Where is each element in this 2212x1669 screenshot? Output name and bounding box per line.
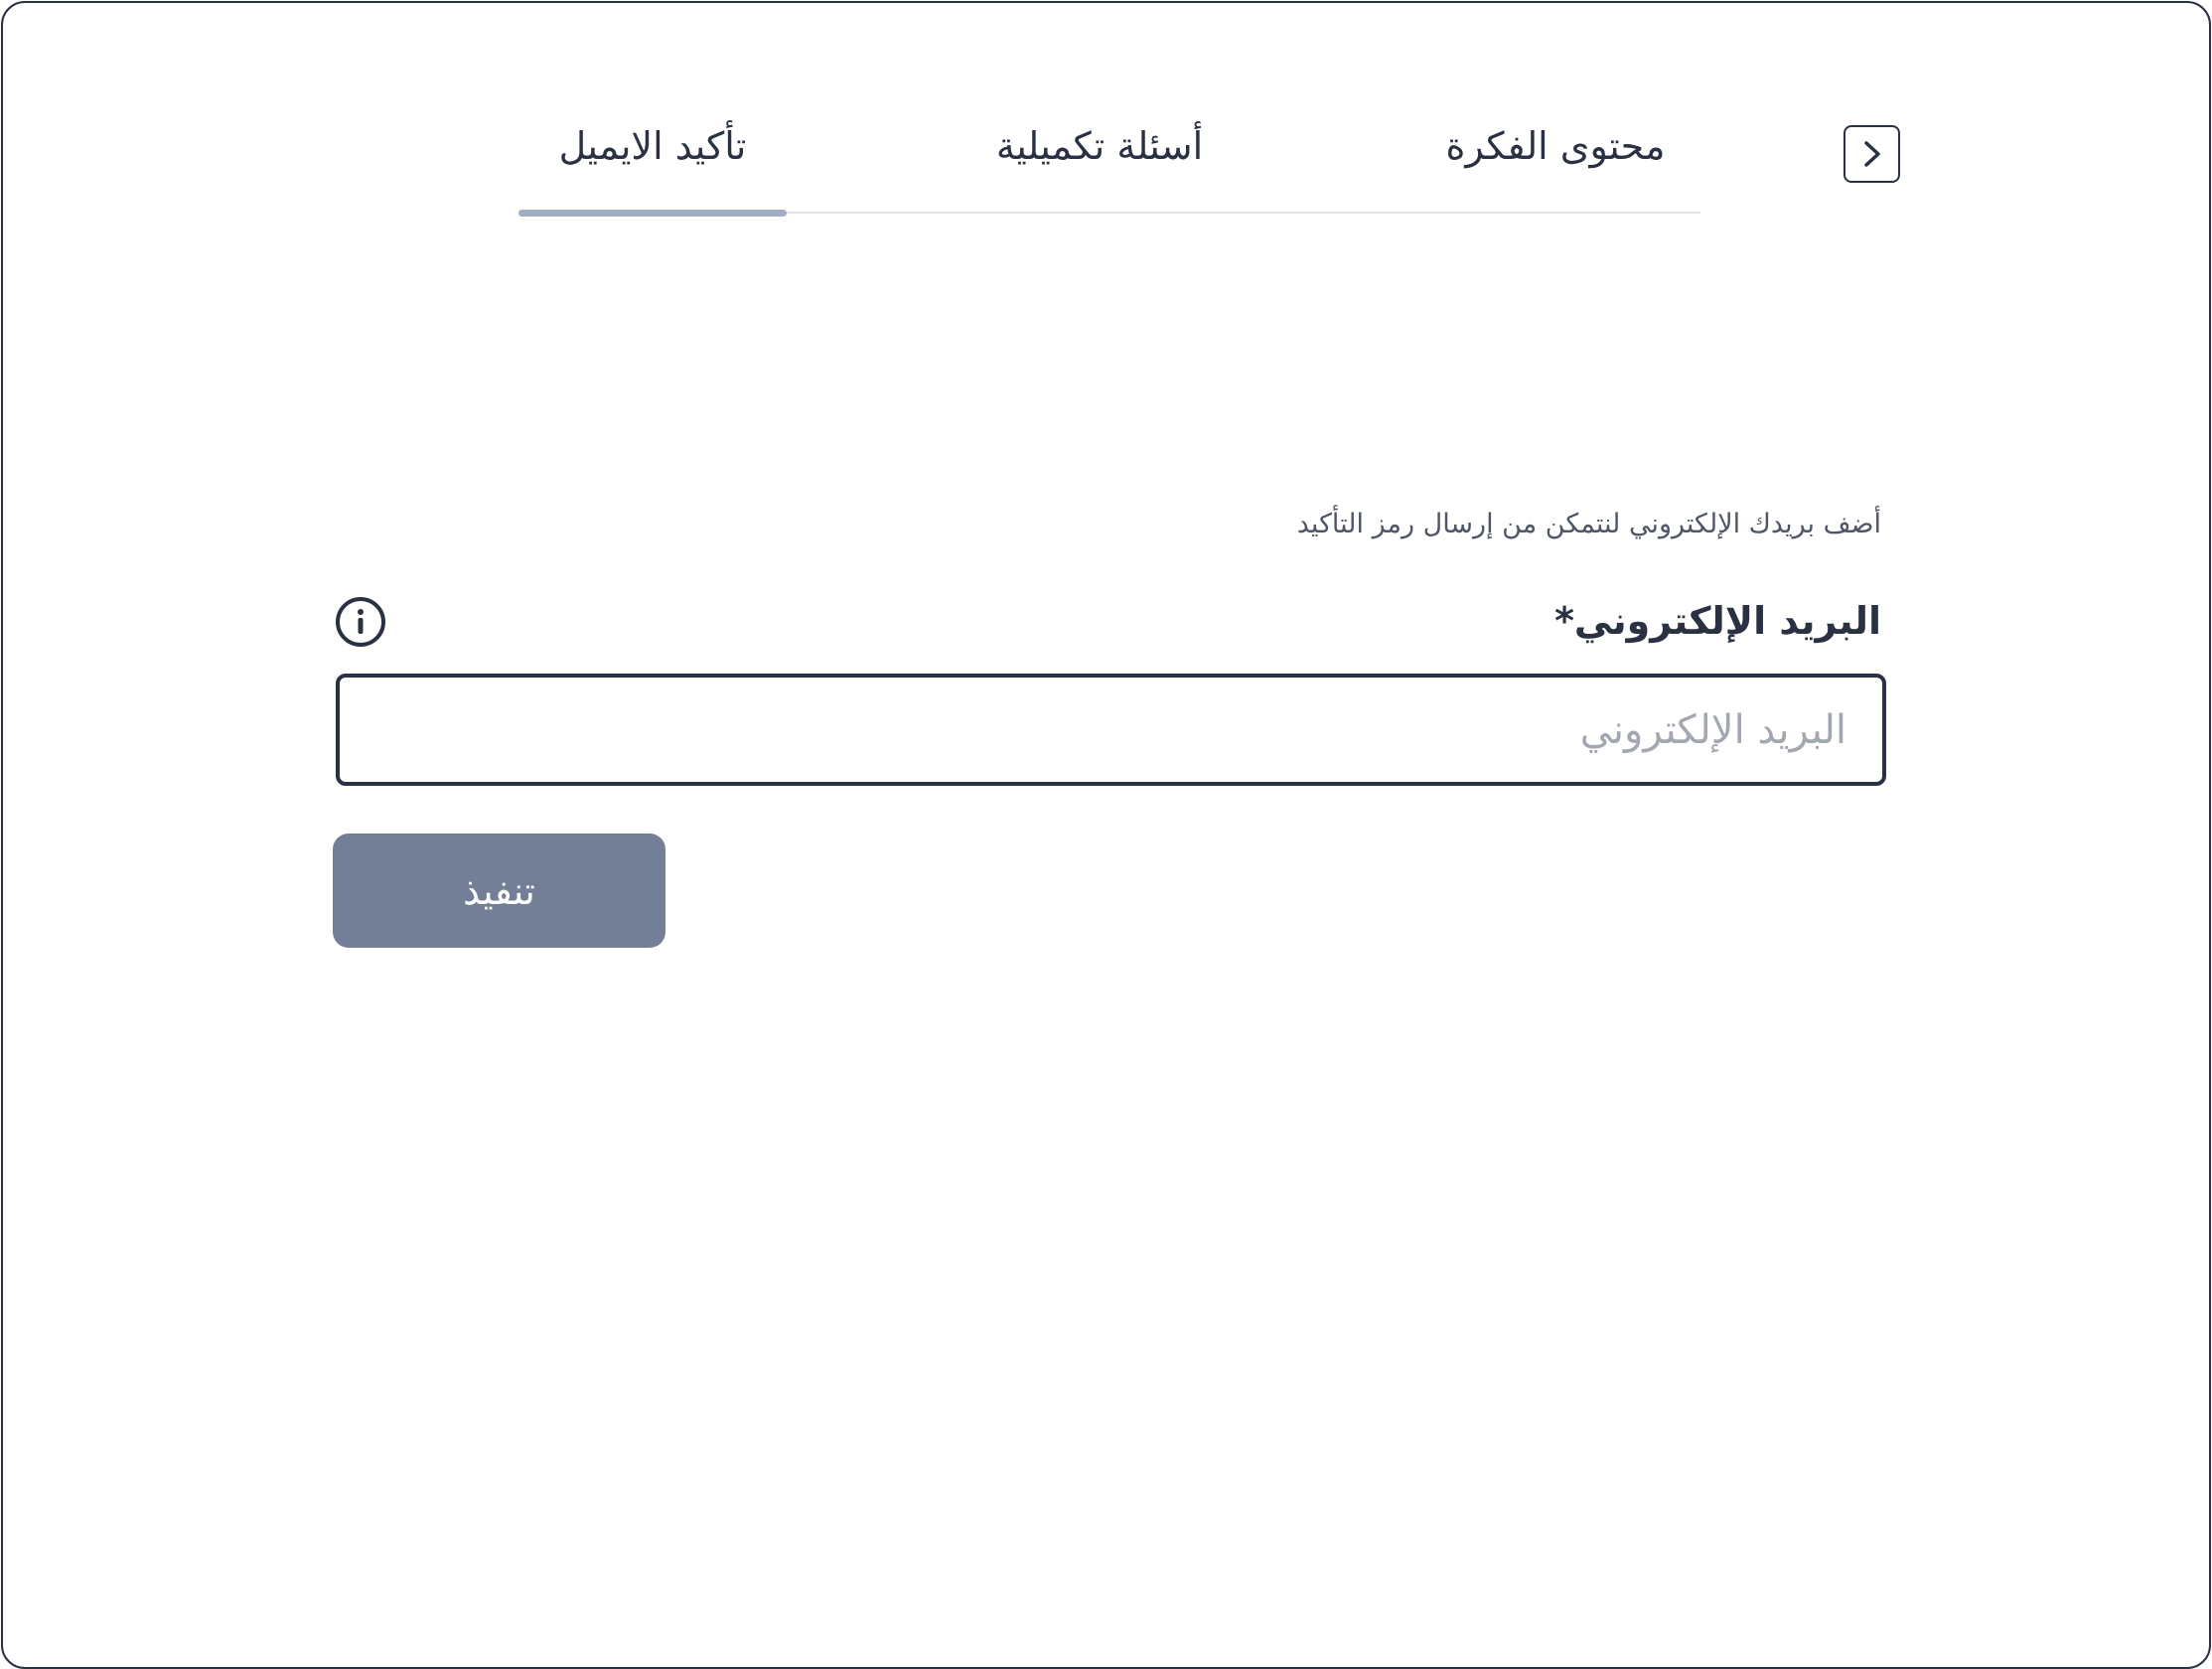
- submit-button-label: تنفيذ: [463, 868, 535, 913]
- email-input[interactable]: [336, 674, 1886, 786]
- info-icon[interactable]: [335, 596, 386, 648]
- email-label: البريد الإلكتروني*: [1554, 599, 1881, 643]
- chevron-right-icon: [1863, 141, 1880, 167]
- step-tabs: محتوى الفكرة أسئلة تكميلية تأكيد الايميل: [518, 102, 1700, 220]
- app-window: محتوى الفكرة أسئلة تكميلية تأكيد الايميل…: [1, 1, 2211, 1669]
- tab-idea-content[interactable]: محتوى الفكرة: [1425, 116, 1686, 176]
- submit-button[interactable]: تنفيذ: [333, 834, 665, 948]
- tab-additional-questions[interactable]: أسئلة تكميلية: [970, 116, 1229, 176]
- tab-email-confirmation[interactable]: تأكيد الايميل: [518, 116, 787, 176]
- active-tab-indicator: [518, 210, 787, 217]
- back-button[interactable]: [1843, 125, 1900, 183]
- helper-text: أضف بريدك الإلكتروني لنتمكن من إرسال رمز…: [1296, 509, 1881, 539]
